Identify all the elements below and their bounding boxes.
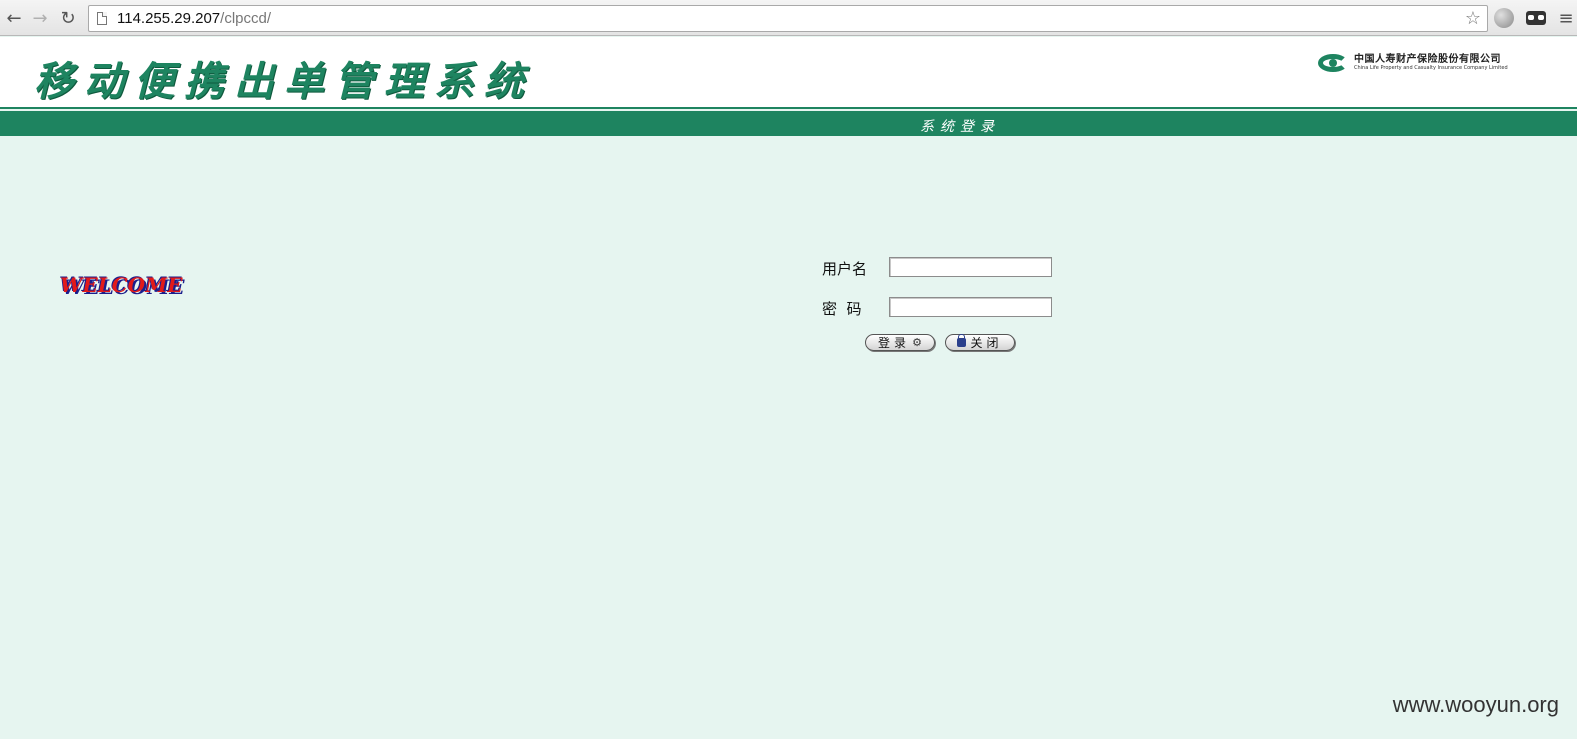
system-title: 移动便携出单管理系统 [34,58,534,105]
globe-extension-icon[interactable] [1494,8,1514,28]
incognito-icon [1526,11,1546,25]
password-field[interactable] [889,297,1052,317]
login-button-label: 登录 [878,336,911,350]
close-button-label: 关闭 [970,336,1003,350]
company-logo: 中国人寿财产保险股份有限公司 China Life Property and C… [1318,53,1564,73]
header-divider [0,107,1577,109]
back-arrow-icon[interactable]: ← [2,6,26,30]
key-icon: ⚙ [912,336,922,349]
lock-icon [957,334,967,347]
welcome-banner: WELCOME [60,273,183,297]
title-band: 系统登录 [0,111,1577,136]
forward-arrow-icon[interactable]: → [28,6,52,30]
logo-en-text: China Life Property and Casualty Insuran… [1354,65,1508,71]
watermark: www.wooyun.org [1392,692,1559,717]
url-text: 114.255.29.207/clpccd/ [117,10,272,27]
logo-cn-text: 中国人寿财产保险股份有限公司 [1354,54,1501,65]
bookmark-star-icon[interactable]: ☆ [1465,8,1481,29]
menu-icon[interactable]: ≡ [1556,8,1576,29]
address-bar[interactable]: 114.255.29.207/clpccd/ ☆ [88,5,1488,32]
band-title: 系统登录 [920,119,1000,135]
page-icon [97,12,107,25]
reload-icon[interactable]: ↻ [56,6,80,30]
browser-toolbar: ← → ↻ 114.255.29.207/clpccd/ ☆ ≡ [0,0,1577,36]
username-field[interactable] [889,257,1052,277]
close-button[interactable]: 关闭 [945,334,1015,351]
login-button[interactable]: 登录 ⚙ [865,334,935,351]
page-header: 移动便携出单管理系统 中国人寿财产保险股份有限公司 China Life Pro… [0,37,1577,107]
password-label: 密 码 [822,300,862,318]
username-label: 用户名 [822,260,868,278]
company-logo-mark-icon [1318,54,1348,72]
